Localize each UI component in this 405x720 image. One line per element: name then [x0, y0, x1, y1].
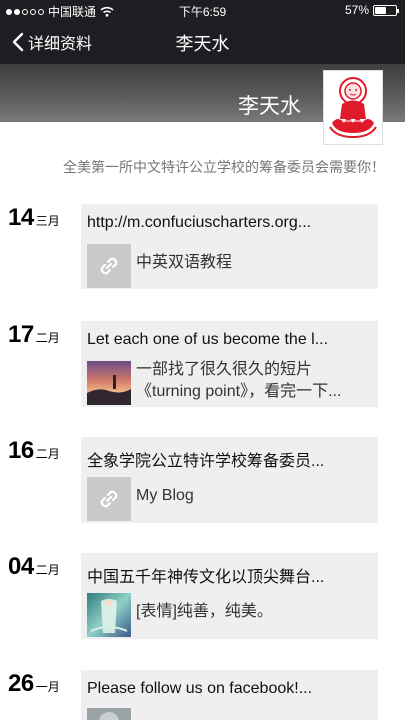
link-icon	[87, 244, 131, 288]
lotus-doll-avatar-icon	[329, 77, 377, 139]
post-description: My Blog	[136, 487, 194, 504]
post-card[interactable]: http://m.confuciuscharters.org... 中英双语教程	[81, 204, 378, 289]
profile-name: 李天水	[238, 95, 301, 118]
post-card[interactable]: 中国五千年神传文化以顶尖舞台... [表情]纯善，纯美。	[81, 553, 378, 639]
battery-percent: 57%	[344, 3, 369, 17]
post-day: 26	[8, 670, 34, 697]
post-day: 04	[8, 553, 34, 580]
stage-photo-thumbnail	[87, 593, 131, 637]
link-icon	[87, 477, 131, 521]
post-date: 17 二月	[8, 321, 60, 349]
post-month: 三月	[35, 214, 60, 228]
post-description-line: 《turning point》，看完一下...	[136, 383, 342, 400]
post-title: Let each one of us become the l...	[87, 331, 329, 348]
post-date: 16 二月	[8, 437, 60, 465]
post-date: 14 三月	[8, 204, 60, 232]
post-title: 中国五千年神传文化以顶尖舞台...	[87, 569, 325, 586]
status-bar: 中国联通 下午6:59 57%	[0, 0, 405, 20]
post-month: 二月	[35, 447, 60, 461]
post-description: 一部找了很久很久的短片 《turning point》，看完一下...	[136, 359, 372, 403]
post-date: 04 二月	[8, 553, 60, 581]
post-day: 14	[8, 204, 34, 231]
post-month: 二月	[35, 331, 60, 345]
battery-icon	[373, 4, 399, 16]
status-right: 57%	[344, 3, 399, 17]
post-day: 17	[8, 321, 34, 348]
post-description: [表情]纯善，纯美。	[136, 603, 273, 620]
page-title: 李天水	[175, 34, 230, 54]
post-title: 全象学院公立特许学校筹备委员...	[87, 453, 325, 470]
post-description-line: 一部找了很久很久的短片	[136, 361, 313, 378]
post-month: 二月	[35, 563, 60, 577]
post-date: 26 一月	[8, 670, 60, 698]
post-card[interactable]: Let each one of us become the l... 一部找了很…	[81, 321, 378, 407]
post-title: Please follow us on facebook!...	[87, 680, 313, 697]
profile-signature: 全美第一所中文特许公立学校的筹备委员会需要你！	[63, 159, 385, 175]
nav-bar: 详细资料 李天水	[0, 20, 405, 64]
post-title: http://m.confuciuscharters.org...	[87, 214, 312, 231]
post-month: 一月	[35, 680, 60, 694]
post-card[interactable]: Please follow us on facebook!...	[81, 670, 378, 720]
post-card[interactable]: 全象学院公立特许学校筹备委员... My Blog	[81, 437, 378, 523]
post-description: 中英双语教程	[136, 254, 233, 271]
sunset-photo-thumbnail	[87, 361, 131, 405]
photo-thumbnail	[87, 708, 131, 720]
avatar[interactable]	[323, 70, 383, 145]
post-day: 16	[8, 437, 34, 464]
